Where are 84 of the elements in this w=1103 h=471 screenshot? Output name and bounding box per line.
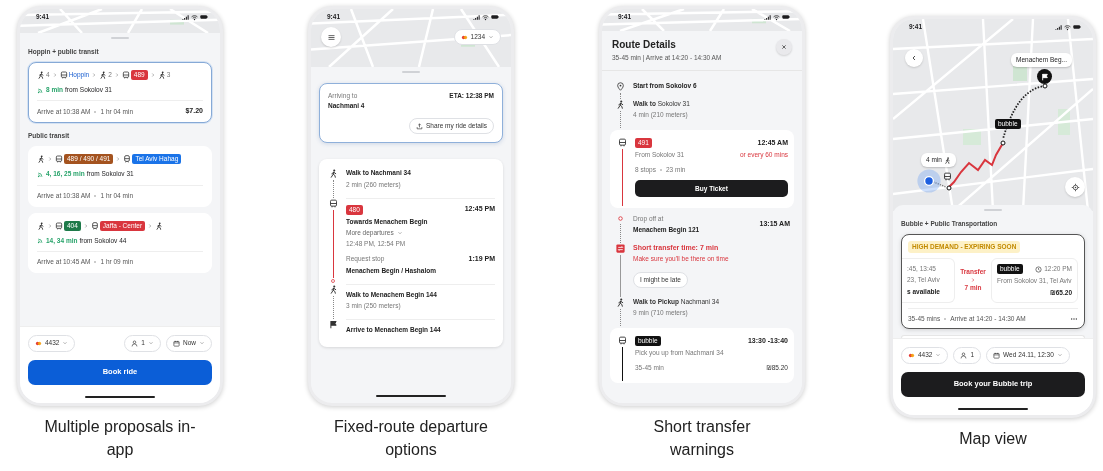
chevron-right-icon xyxy=(47,156,53,163)
walking-person-icon xyxy=(157,71,166,80)
card-icon xyxy=(908,351,915,359)
caption: Multiple proposals in-app xyxy=(43,417,197,460)
bus-icon xyxy=(55,155,63,164)
walking-person-icon xyxy=(943,156,951,164)
signal-icon xyxy=(1055,23,1062,31)
wifi-icon xyxy=(191,13,198,21)
wifi-icon xyxy=(1064,23,1071,31)
bus-icon xyxy=(617,138,627,147)
home-indicator xyxy=(85,395,155,398)
battery-icon xyxy=(200,13,208,22)
card-icon xyxy=(460,33,468,41)
drag-handle[interactable] xyxy=(402,71,420,73)
chevron-down-icon xyxy=(199,340,205,347)
transit-route xyxy=(946,140,1006,191)
battery-icon xyxy=(782,13,790,22)
chevron-down-icon xyxy=(1056,352,1063,359)
live-signal-icon xyxy=(37,86,44,94)
bus-icon xyxy=(328,198,338,208)
walking-person-icon xyxy=(155,221,164,230)
battery-icon xyxy=(491,13,499,22)
screen-title: Route Details xyxy=(612,39,676,50)
chevron-down-icon xyxy=(62,340,69,347)
home-indicator xyxy=(376,394,446,397)
home-indicator xyxy=(958,407,1028,410)
train-icon xyxy=(123,155,132,164)
bus-icon xyxy=(617,335,627,345)
walking-person-icon xyxy=(37,71,45,80)
menu-icon xyxy=(326,32,336,42)
walking-person-icon xyxy=(615,99,625,109)
walking-person-icon xyxy=(328,169,338,179)
chevron-right-icon xyxy=(47,222,53,229)
chevron-right-icon xyxy=(113,72,120,79)
chevron-down-icon xyxy=(396,229,403,236)
drag-handle[interactable] xyxy=(111,37,129,39)
card-icon xyxy=(35,339,42,347)
walking-person-icon xyxy=(37,155,45,164)
stop-circle-icon xyxy=(616,215,624,223)
clock-icon xyxy=(1035,265,1043,273)
live-signal-icon xyxy=(37,170,44,178)
chevron-right-icon xyxy=(51,72,58,79)
back-icon xyxy=(910,54,918,62)
person-icon xyxy=(960,351,968,359)
flag-icon xyxy=(328,320,338,330)
chevron-right-icon xyxy=(91,72,98,79)
walking-person-icon xyxy=(37,221,45,230)
drag-handle[interactable] xyxy=(984,209,1002,211)
signal-icon xyxy=(182,13,189,21)
caption: Short transfer warnings xyxy=(652,417,752,460)
transfer-warning-icon xyxy=(615,243,625,253)
van-icon xyxy=(59,71,68,80)
caption: Fixed-route departure options xyxy=(333,417,489,460)
chevron-right-icon xyxy=(147,222,154,229)
chevron-down-icon xyxy=(935,352,942,359)
bus-icon xyxy=(943,172,952,181)
calendar-icon xyxy=(173,339,180,347)
chevron-right-icon xyxy=(149,72,156,79)
walking-person-icon xyxy=(99,71,108,80)
chevron-right-icon xyxy=(970,277,976,284)
chevron-right-icon xyxy=(115,156,122,163)
walking-person-icon xyxy=(615,297,625,307)
signal-icon xyxy=(764,13,771,21)
chevron-down-icon xyxy=(488,34,494,41)
wifi-icon xyxy=(482,13,489,21)
chevron-down-icon xyxy=(148,340,154,347)
user-location-icon xyxy=(917,169,941,193)
close-button[interactable] xyxy=(776,39,792,55)
bus-icon xyxy=(121,71,130,80)
wifi-icon xyxy=(773,13,780,21)
signal-icon xyxy=(473,13,480,21)
person-icon xyxy=(131,339,139,347)
walking-person-icon xyxy=(328,285,338,294)
calendar-icon xyxy=(993,351,1001,359)
locate-icon xyxy=(1070,182,1080,192)
bus-icon xyxy=(55,221,63,230)
location-pin-icon xyxy=(615,81,625,91)
close-icon xyxy=(780,43,788,51)
battery-icon xyxy=(1073,23,1081,32)
share-icon xyxy=(415,122,423,130)
chevron-right-icon xyxy=(82,222,89,229)
live-signal-icon xyxy=(37,237,44,245)
train-icon xyxy=(90,221,99,230)
caption: Map view xyxy=(958,429,1028,449)
